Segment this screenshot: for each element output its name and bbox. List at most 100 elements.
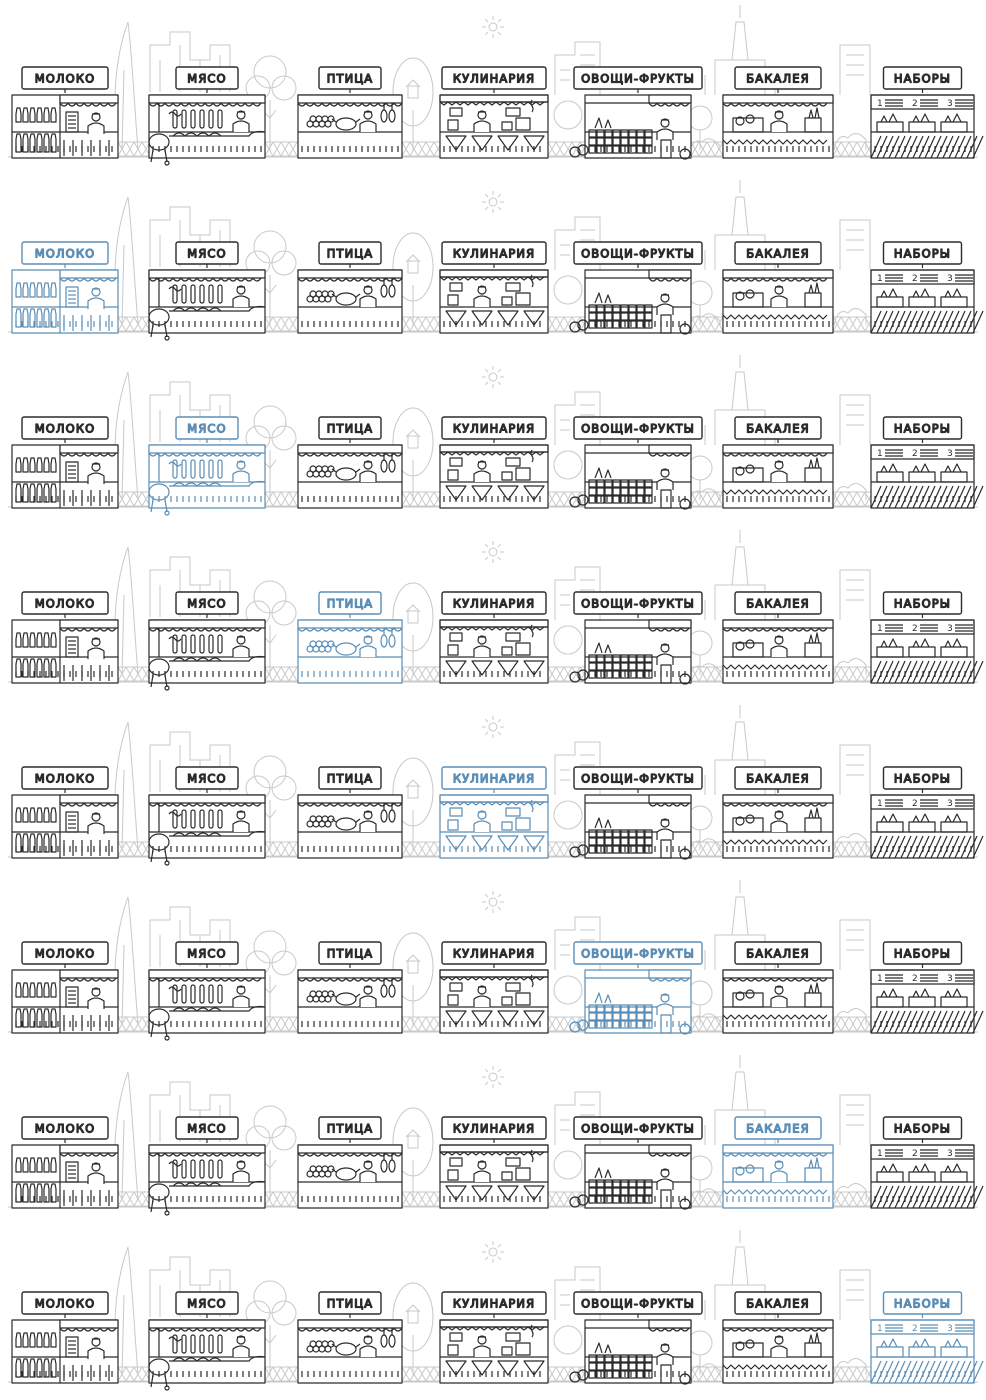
stall-grocery-drawing xyxy=(722,794,834,859)
stall-produce[interactable]: ОВОЩИ-ФРУКТЫ xyxy=(569,66,703,160)
stall-sign: МЯСО xyxy=(175,766,239,793)
stall-grocery[interactable]: БАКАЛЕЯ xyxy=(722,591,834,684)
stall-cookery[interactable]: КУЛИНАРИЯ xyxy=(439,766,549,859)
stall-poultry[interactable]: ПТИЦА xyxy=(297,1291,403,1384)
stall-poultry[interactable]: ПТИЦА xyxy=(297,1116,403,1209)
stall-sets[interactable]: 1 2 3 НАБОРЫ xyxy=(870,241,984,334)
stall-produce[interactable]: ОВОЩИ-ФРУКТЫ xyxy=(569,591,703,685)
stall-sign: НАБОРЫ xyxy=(882,66,963,93)
stall-cookery[interactable]: КУЛИНАРИЯ xyxy=(439,241,549,334)
stall-produce[interactable]: ОВОЩИ-ФРУКТЫ xyxy=(569,1291,703,1385)
stall-sets-drawing: 1 2 3 xyxy=(870,269,984,334)
stall-sign: МЯСО xyxy=(175,1291,239,1318)
stall-sign: КУЛИНАРИЯ xyxy=(441,941,547,968)
stall-grocery[interactable]: БАКАЛЕЯ xyxy=(722,241,834,334)
stall-sets[interactable]: 1 2 3 НАБОРЫ xyxy=(870,1116,984,1209)
stall-sign: ОВОЩИ-ФРУКТЫ xyxy=(573,1116,703,1143)
stall-cookery-drawing xyxy=(439,794,549,859)
stall-sets[interactable]: 1 2 3 НАБОРЫ xyxy=(870,66,984,159)
market-row: МОЛОКО МЯСО ПТИЦА КУЛИНАРИЯ ОВОЩИ-ФРУКТЫ БАКА… xyxy=(0,1050,986,1225)
stall-sets-drawing: 1 2 3 xyxy=(870,794,984,859)
stall-cookery[interactable]: КУЛИНАРИЯ xyxy=(439,416,549,509)
market-row: МОЛОКО МЯСО ПТИЦА КУЛИНАРИЯ ОВОЩИ-ФРУКТЫ БАКА… xyxy=(0,175,986,350)
stall-produce[interactable]: ОВОЩИ-ФРУКТЫ xyxy=(569,941,703,1035)
sun-icon xyxy=(482,366,504,388)
stall-sign-label: НАБОРЫ xyxy=(894,422,951,436)
stall-poultry[interactable]: ПТИЦА xyxy=(297,941,403,1034)
sets-board-number: 2 xyxy=(912,974,918,984)
stall-sign-label: ОВОЩИ-ФРУКТЫ xyxy=(581,1297,695,1311)
sets-board-number: 2 xyxy=(912,799,918,809)
stall-sign-label: БАКАЛЕЯ xyxy=(746,597,809,611)
stall-sign-label: ОВОЩИ-ФРУКТЫ xyxy=(581,72,695,86)
stall-cookery[interactable]: КУЛИНАРИЯ xyxy=(439,591,549,684)
stall-cookery-drawing xyxy=(439,444,549,509)
stall-produce-drawing xyxy=(569,94,692,160)
stall-poultry[interactable]: ПТИЦА xyxy=(297,416,403,509)
stall-meat-drawing xyxy=(148,269,266,341)
stall-milk[interactable]: МОЛОКО xyxy=(11,416,119,509)
stall-sign: БАКАЛЕЯ xyxy=(734,416,822,443)
sets-board-number: 1 xyxy=(877,99,883,109)
stall-sign: МЯСО xyxy=(175,1116,239,1143)
stall-milk[interactable]: МОЛОКО xyxy=(11,1291,119,1384)
stall-sign-label: КУЛИНАРИЯ xyxy=(453,72,535,86)
stall-milk[interactable]: МОЛОКО xyxy=(11,766,119,859)
stall-cookery-drawing xyxy=(439,269,549,334)
stall-sign: НАБОРЫ xyxy=(882,1291,963,1318)
stall-milk[interactable]: МОЛОКО xyxy=(11,591,119,684)
stall-cookery[interactable]: КУЛИНАРИЯ xyxy=(439,66,549,159)
stall-sign: МЯСО xyxy=(175,416,239,443)
stall-sets-drawing: 1 2 3 xyxy=(870,94,984,159)
stall-produce[interactable]: ОВОЩИ-ФРУКТЫ xyxy=(569,1116,703,1210)
stall-produce[interactable]: ОВОЩИ-ФРУКТЫ xyxy=(569,241,703,335)
stall-grocery-drawing xyxy=(722,269,834,334)
stall-sign-label: ПТИЦА xyxy=(327,947,374,961)
stall-grocery-drawing xyxy=(722,444,834,509)
stall-milk[interactable]: МОЛОКО xyxy=(11,1116,119,1209)
stall-sets[interactable]: 1 2 3 НАБОРЫ xyxy=(870,1291,984,1384)
stall-sets[interactable]: 1 2 3 НАБОРЫ xyxy=(870,766,984,859)
stall-poultry-drawing xyxy=(297,1144,403,1209)
stall-grocery[interactable]: БАКАЛЕЯ xyxy=(722,66,834,159)
stall-milk[interactable]: МОЛОКО xyxy=(11,66,119,159)
stall-produce[interactable]: ОВОЩИ-ФРУКТЫ xyxy=(569,766,703,860)
stall-cookery[interactable]: КУЛИНАРИЯ xyxy=(439,941,549,1034)
stall-poultry[interactable]: ПТИЦА xyxy=(297,241,403,334)
stall-milk-drawing xyxy=(11,969,119,1034)
stall-milk[interactable]: МОЛОКО xyxy=(11,241,119,334)
stall-sign-label: БАКАЛЕЯ xyxy=(746,1122,809,1136)
stall-produce[interactable]: ОВОЩИ-ФРУКТЫ xyxy=(569,416,703,510)
stall-sign-label: ПТИЦА xyxy=(327,1122,374,1136)
stall-poultry[interactable]: ПТИЦА xyxy=(297,766,403,859)
stall-sign: НАБОРЫ xyxy=(882,241,963,268)
stall-grocery[interactable]: БАКАЛЕЯ xyxy=(722,766,834,859)
stall-sign: КУЛИНАРИЯ xyxy=(441,766,547,793)
market-row-illustration: МОЛОКО МЯСО ПТИЦА КУЛИНАРИЯ ОВОЩИ-ФРУКТЫ БАКА… xyxy=(8,705,984,866)
stall-sign: ПТИЦА xyxy=(318,766,382,793)
stall-cookery[interactable]: КУЛИНАРИЯ xyxy=(439,1291,549,1384)
sets-board-number: 3 xyxy=(947,449,953,459)
stall-sign: МЯСО xyxy=(175,941,239,968)
stall-grocery[interactable]: БАКАЛЕЯ xyxy=(722,1116,834,1209)
stall-cookery-drawing xyxy=(439,619,549,684)
stall-sign: ПТИЦА xyxy=(318,416,382,443)
stall-poultry[interactable]: ПТИЦА xyxy=(297,591,403,684)
stall-grocery[interactable]: БАКАЛЕЯ xyxy=(722,1291,834,1384)
stall-cookery[interactable]: КУЛИНАРИЯ xyxy=(439,1116,549,1209)
stall-sets[interactable]: 1 2 3 НАБОРЫ xyxy=(870,941,984,1034)
stall-sign: МЯСО xyxy=(175,66,239,93)
stall-grocery[interactable]: БАКАЛЕЯ xyxy=(722,941,834,1034)
stall-milk[interactable]: МОЛОКО xyxy=(11,941,119,1034)
stall-sign: ОВОЩИ-ФРУКТЫ xyxy=(573,766,703,793)
stall-sets[interactable]: 1 2 3 НАБОРЫ xyxy=(870,416,984,509)
stall-sign-label: НАБОРЫ xyxy=(894,772,951,786)
stall-sets[interactable]: 1 2 3 НАБОРЫ xyxy=(870,591,984,684)
stall-poultry-drawing xyxy=(297,1319,403,1384)
market-row-illustration: МОЛОКО МЯСО ПТИЦА КУЛИНАРИЯ ОВОЩИ-ФРУКТЫ БАКА… xyxy=(8,880,984,1041)
sets-board-number: 3 xyxy=(947,274,953,284)
stall-grocery[interactable]: БАКАЛЕЯ xyxy=(722,416,834,509)
stall-sign-label: ОВОЩИ-ФРУКТЫ xyxy=(581,422,695,436)
stall-poultry[interactable]: ПТИЦА xyxy=(297,66,403,159)
stall-sets-drawing: 1 2 3 xyxy=(870,444,984,509)
